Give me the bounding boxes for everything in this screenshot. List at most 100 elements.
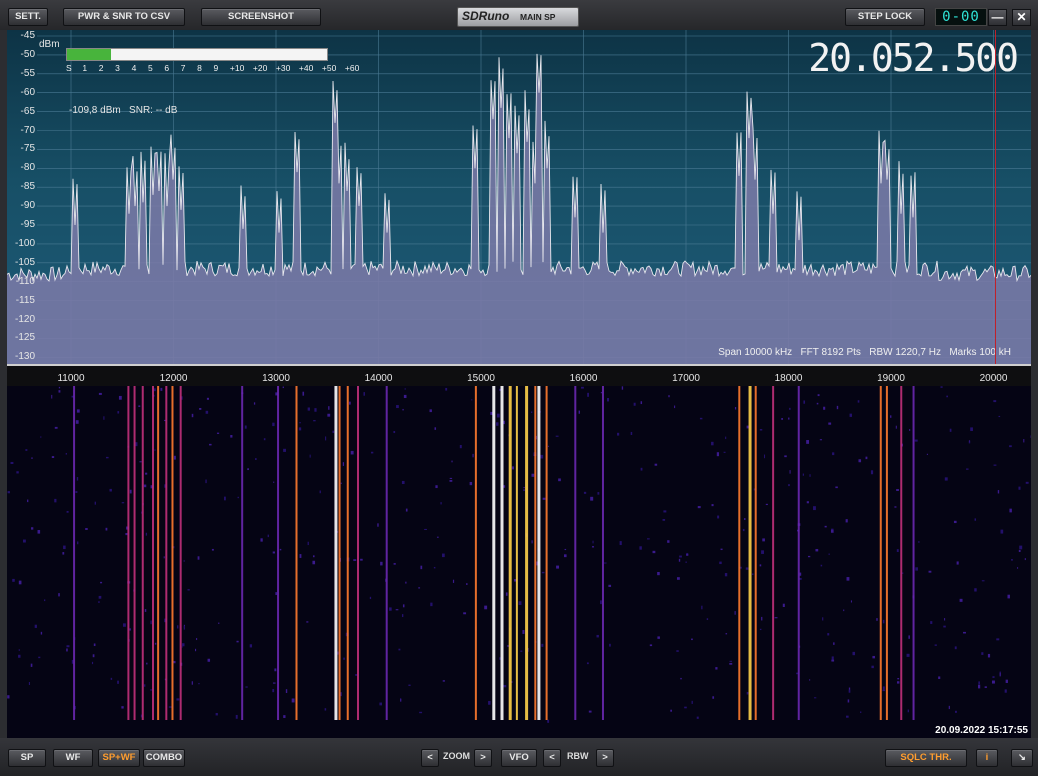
waterfall-noise (282, 386, 284, 389)
screenshot-button[interactable]: SCREENSHOT (201, 8, 321, 26)
waterfall-noise (809, 679, 811, 681)
waterfall-noise (691, 700, 693, 704)
s-meter-scale-label: +50 (321, 63, 337, 73)
waterfall-noise (146, 662, 148, 665)
waterfall-noise (974, 518, 977, 521)
waterfall-noise (699, 417, 703, 420)
waterfall-signal-stripe (545, 386, 548, 720)
settings-button[interactable]: SETT. (8, 8, 48, 26)
waterfall-noise (75, 420, 79, 424)
waterfall-noise (959, 598, 963, 602)
waterfall-signal-stripe (179, 386, 182, 720)
waterfall-noise (205, 410, 209, 414)
waterfall-noise (711, 504, 714, 507)
waterfall-noise (759, 628, 762, 631)
waterfall-noise (118, 395, 122, 400)
waterfall-noise (471, 399, 473, 401)
waterfall-noise (833, 642, 835, 645)
waterfall-noise (275, 592, 278, 595)
resize-icon[interactable]: ↘ (1011, 749, 1033, 767)
y-tick-label: -105 (14, 256, 35, 268)
waterfall-noise (691, 638, 693, 641)
waterfall-noise (588, 710, 592, 713)
waterfall-signal-stripe (574, 386, 577, 720)
waterfall-noise (245, 686, 248, 688)
waterfall-noise (954, 646, 957, 650)
level-unit: dBm (39, 39, 60, 50)
waterfall-noise (720, 548, 723, 551)
waterfall-noise (343, 657, 345, 660)
waterfall-signal-stripe (500, 386, 504, 720)
waterfall-noise (299, 554, 302, 558)
waterfall-noise (706, 618, 709, 620)
fft-info: FFT 8192 Pts (800, 347, 861, 358)
logo-brand: SDRuno (462, 9, 510, 23)
waterfall-noise (765, 503, 768, 506)
zoom-out-button[interactable]: < (421, 749, 439, 767)
waterfall-noise (340, 482, 342, 484)
waterfall-noise (327, 413, 331, 417)
waterfall-noise (968, 441, 971, 444)
waterfall-noise (163, 556, 165, 559)
spectrum-display[interactable]: -45 -50 -55 -60 -65 -70 -75 -80 -85 -90 -95 -100 -10… (7, 30, 1031, 364)
waterfall-noise (828, 422, 832, 425)
wf-mode-button[interactable]: WF (53, 749, 93, 767)
waterfall-noise (870, 470, 874, 475)
waterfall-noise (547, 719, 550, 723)
s-meter-scale-label: 4 (131, 63, 137, 73)
vfo-marker[interactable] (995, 30, 996, 364)
waterfall-noise (150, 620, 152, 625)
waterfall-noise (121, 706, 124, 709)
s-meter-scale-label: 2 (98, 63, 104, 73)
waterfall-display[interactable]: 20.09.2022 15:17:55 (7, 386, 1031, 738)
waterfall-noise (1011, 559, 1013, 561)
y-tick-label: -50 (20, 48, 35, 60)
waterfall-noise (307, 541, 309, 546)
waterfall-noise (160, 387, 163, 391)
y-tick-label: -90 (20, 200, 35, 212)
waterfall-noise (1017, 567, 1019, 569)
zoom-in-button[interactable]: > (474, 749, 492, 767)
rbw-decrease-button[interactable]: < (543, 749, 561, 767)
pwr-snr-csv-button[interactable]: PWR & SNR TO CSV (63, 8, 185, 26)
waterfall-signal-stripe (772, 386, 775, 720)
waterfall-noise (507, 644, 509, 647)
combo-mode-button[interactable]: COMBO (143, 749, 185, 767)
waterfall-noise (404, 388, 406, 390)
sqlc-threshold-button[interactable]: SQLC THR. (885, 749, 967, 767)
waterfall-noise (177, 625, 179, 629)
waterfall-noise (312, 555, 315, 558)
sp-mode-button[interactable]: SP (8, 749, 46, 767)
waterfall-noise (10, 461, 14, 465)
waterfall-noise (715, 667, 718, 670)
waterfall-noise (191, 681, 193, 685)
waterfall-noise (657, 636, 660, 639)
waterfall-noise (843, 609, 845, 612)
waterfall-noise (744, 518, 746, 520)
minimize-icon[interactable]: — (988, 9, 1007, 26)
frequency-display[interactable]: 20.052.500 (808, 36, 1019, 80)
waterfall-noise (198, 682, 200, 685)
close-icon[interactable]: ✕ (1012, 9, 1031, 26)
waterfall-noise (782, 603, 785, 608)
step-lock-button[interactable]: STEP LOCK (845, 8, 925, 26)
waterfall-noise (419, 711, 423, 714)
waterfall-noise (761, 616, 763, 621)
waterfall-noise (434, 427, 437, 430)
waterfall-noise (820, 564, 823, 567)
sp-wf-mode-button[interactable]: SP+WF (98, 749, 140, 767)
waterfall-noise (943, 625, 946, 628)
frequency-axis[interactable]: 11000 12000 13000 14000 15000 16000 17000 18000… (7, 364, 1031, 388)
waterfall-noise (143, 484, 147, 488)
waterfall-noise (978, 681, 980, 685)
info-button[interactable]: i (976, 749, 998, 767)
vfo-button[interactable]: VFO (501, 749, 537, 767)
waterfall-noise (121, 502, 125, 504)
waterfall-noise (267, 534, 269, 538)
waterfall-noise (211, 548, 214, 551)
s-meter-scale-label: 9 (213, 63, 219, 73)
waterfall-timestamp: 20.09.2022 15:17:55 (935, 725, 1028, 736)
waterfall-noise (788, 484, 790, 487)
rbw-increase-button[interactable]: > (596, 749, 614, 767)
waterfall-noise (970, 427, 973, 431)
